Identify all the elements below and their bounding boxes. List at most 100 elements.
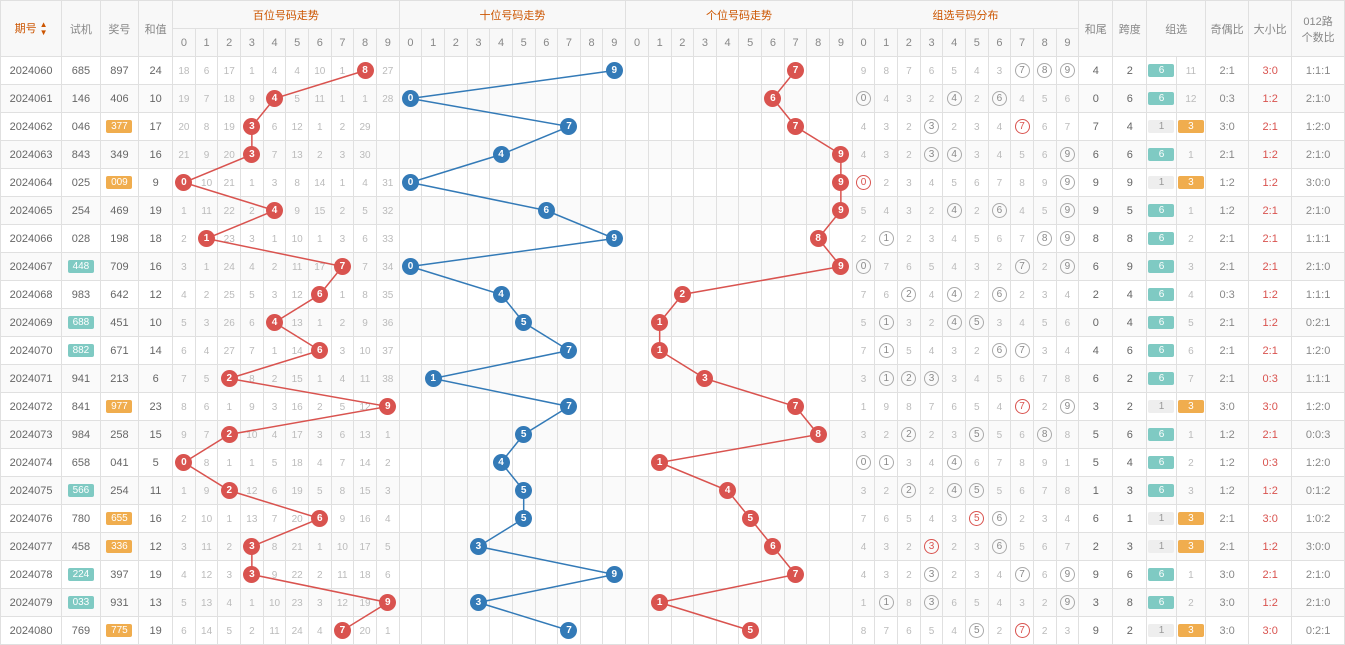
trend-cell xyxy=(444,113,467,141)
trend-cell xyxy=(694,533,717,561)
combo-cell: 4 xyxy=(1056,337,1079,365)
trend-cell: 4 xyxy=(354,169,377,197)
trend-cell xyxy=(535,505,558,533)
combo-cell: 2 xyxy=(1033,253,1056,281)
trend-cell xyxy=(762,141,785,169)
trend-cell xyxy=(603,617,626,645)
digit-header: 5 xyxy=(739,29,762,57)
combo-cell: 7 xyxy=(898,57,921,85)
trend-cell: 11 xyxy=(354,365,377,393)
trend-cell: 7 xyxy=(558,617,581,645)
trend-cell: 3 xyxy=(241,113,264,141)
trend-cell: 7 xyxy=(354,253,377,281)
trend-cell xyxy=(535,617,558,645)
trend-cell: 25 xyxy=(218,281,241,309)
trend-cell xyxy=(580,589,603,617)
col-hundreds: 百位号码走势 xyxy=(173,1,400,29)
trend-cell xyxy=(626,309,649,337)
bs-cell: 3:0 xyxy=(1249,505,1292,533)
trend-cell: 9 xyxy=(286,197,309,225)
combo-cell: 5 xyxy=(920,253,943,281)
sum-cell: 17 xyxy=(139,113,173,141)
digit-header: 8 xyxy=(807,29,830,57)
trend-cell: 37 xyxy=(376,337,399,365)
combo-cell: 3 xyxy=(898,169,921,197)
trend-cell xyxy=(512,57,535,85)
trend-cell xyxy=(603,309,626,337)
trend-cell xyxy=(422,309,445,337)
trend-cell: 5 xyxy=(376,533,399,561)
span-cell: 2 xyxy=(1113,617,1147,645)
combo-cell: 2 xyxy=(988,617,1011,645)
prize-cell: 775 xyxy=(100,617,139,645)
trend-cell xyxy=(648,85,671,113)
trend-cell xyxy=(716,589,739,617)
trend-cell: 23 xyxy=(286,589,309,617)
trend-cell: 6 xyxy=(376,561,399,589)
trend-cell xyxy=(535,421,558,449)
trend-cell: 1 xyxy=(195,225,218,253)
group-cell: 6 xyxy=(1147,449,1176,477)
trend-cell xyxy=(558,561,581,589)
tail-cell: 5 xyxy=(1079,421,1113,449)
trend-cell: 4 xyxy=(490,141,513,169)
trend-cell: 5 xyxy=(512,505,535,533)
trend-cell: 38 xyxy=(376,365,399,393)
trend-cell xyxy=(829,225,852,253)
trend-cell xyxy=(490,561,513,589)
trend-cell: 6 xyxy=(354,225,377,253)
trend-cell xyxy=(671,309,694,337)
trend-cell xyxy=(490,589,513,617)
col-test: 试机 xyxy=(62,1,101,57)
combo-cell: 2 xyxy=(852,225,875,253)
trend-cell xyxy=(512,561,535,589)
trend-cell: 15 xyxy=(354,477,377,505)
trend-cell xyxy=(490,169,513,197)
trend-cell: 9 xyxy=(241,393,264,421)
period-cell: 2024072 xyxy=(1,393,62,421)
trend-cell xyxy=(422,141,445,169)
trend-cell xyxy=(603,169,626,197)
trend-cell: 9 xyxy=(173,421,196,449)
trend-cell xyxy=(444,421,467,449)
bs-cell: 1:2 xyxy=(1249,477,1292,505)
combo-cell: 9 xyxy=(1056,169,1079,197)
combo-cell: 9 xyxy=(1056,561,1079,589)
trend-cell: 8 xyxy=(241,365,264,393)
table-row: 2024064025009901021138141431090234567899… xyxy=(1,169,1345,197)
test-cell: 658 xyxy=(62,449,101,477)
trend-cell: 1 xyxy=(241,57,264,85)
oe-cell: 2:1 xyxy=(1206,365,1249,393)
combo-cell: 3 xyxy=(1033,281,1056,309)
bs-cell: 2:1 xyxy=(1249,561,1292,589)
combo-cell: 4 xyxy=(943,477,966,505)
trend-cell: 4 xyxy=(490,449,513,477)
digit-header: 8 xyxy=(354,29,377,57)
trend-cell xyxy=(535,57,558,85)
combo-cell: 3 xyxy=(1033,337,1056,365)
col-bs: 大小比 xyxy=(1249,1,1292,57)
combo-cell: 9 xyxy=(1056,57,1079,85)
combo-cell: 3 xyxy=(943,337,966,365)
trend-cell: 18 xyxy=(173,57,196,85)
trend-cell: 3 xyxy=(195,309,218,337)
trend-cell xyxy=(422,449,445,477)
table-row: 2024063843349162192037132330494323434569… xyxy=(1,141,1345,169)
group-n-cell: 2 xyxy=(1176,225,1205,253)
trend-cell xyxy=(399,449,422,477)
prize-cell: 469 xyxy=(100,197,139,225)
trend-cell xyxy=(376,113,399,141)
table-row: 2024062046377172081936121229774323234767… xyxy=(1,113,1345,141)
trend-cell: 4 xyxy=(263,85,286,113)
tail-cell: 4 xyxy=(1079,337,1113,365)
combo-cell: 1 xyxy=(875,589,898,617)
col-period[interactable]: 期号 ▲▼ xyxy=(1,1,62,57)
trend-cell: 2 xyxy=(308,141,331,169)
combo-cell: 4 xyxy=(943,141,966,169)
r012-cell: 0:2:1 xyxy=(1292,309,1345,337)
combo-cell: 2 xyxy=(898,561,921,589)
digit-header: 7 xyxy=(331,29,354,57)
combo-cell: 4 xyxy=(852,533,875,561)
trend-cell xyxy=(512,533,535,561)
trend-cell xyxy=(422,561,445,589)
